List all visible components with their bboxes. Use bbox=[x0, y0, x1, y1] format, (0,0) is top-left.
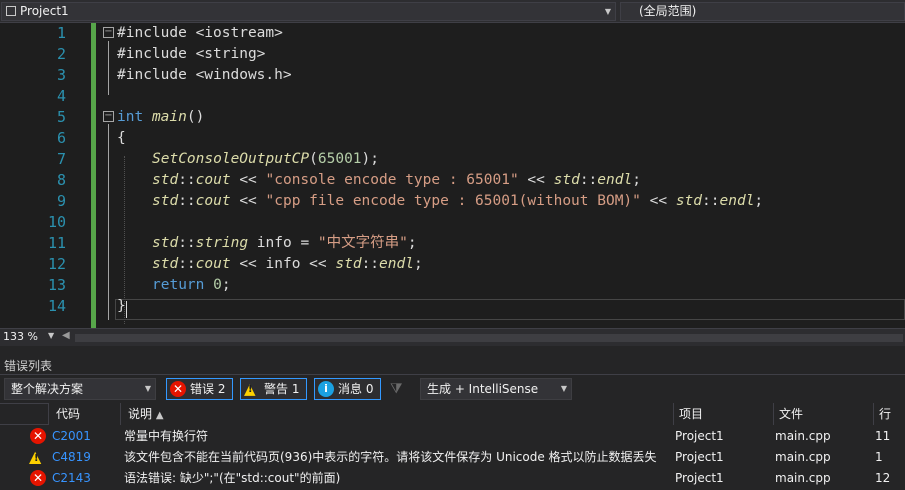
error-icon: ✕ bbox=[30, 470, 46, 486]
code-line-5: int main() bbox=[117, 109, 205, 125]
line-number: 3 bbox=[56, 66, 66, 84]
line-number: 2 bbox=[56, 45, 66, 63]
line-number: 5 bbox=[56, 108, 66, 126]
error-description: 该文件包含不能在当前代码页(936)中表示的字符。请将该文件保存为 Unicod… bbox=[124, 450, 657, 464]
chevron-down-icon: ▼ bbox=[144, 384, 151, 393]
scope-dropdown[interactable]: (全局范围) bbox=[620, 2, 905, 21]
error-project: Project1 bbox=[675, 429, 724, 443]
line-number: 1 bbox=[56, 24, 66, 42]
error-project: Project1 bbox=[675, 450, 724, 464]
project-dropdown[interactable]: Project1 ▼ bbox=[1, 2, 616, 21]
error-file: main.cpp bbox=[775, 429, 831, 443]
column-header-file[interactable]: 文件 bbox=[773, 403, 873, 425]
error-icon: ✕ bbox=[170, 381, 186, 397]
line-number: 11 bbox=[47, 234, 66, 252]
error-line: 11 bbox=[875, 429, 891, 443]
code-line-1: #include <iostream> bbox=[117, 25, 283, 41]
error-code-link[interactable]: C2001 bbox=[52, 426, 91, 447]
column-header-description[interactable]: 说明 ▲ bbox=[120, 403, 673, 425]
column-header-line[interactable]: 行 bbox=[873, 403, 905, 425]
navigation-bar: Project1 ▼ (全局范围) bbox=[0, 0, 905, 23]
error-line: 1 bbox=[875, 450, 883, 464]
collapse-icon[interactable]: − bbox=[103, 111, 114, 122]
line-number: 14 bbox=[47, 297, 66, 315]
scroll-left-icon[interactable]: ◀ bbox=[62, 330, 70, 341]
horizontal-scrollbar[interactable] bbox=[75, 334, 903, 342]
text-caret bbox=[126, 301, 127, 318]
errors-filter-button[interactable]: ✕ 错误 2 bbox=[166, 378, 233, 400]
messages-filter-button[interactable]: i 消息 0 bbox=[314, 378, 381, 400]
code-editor[interactable]: − − 1 2 3 4 5 6 7 8 9 10 11 12 13 14 #in… bbox=[0, 23, 905, 328]
chevron-down-icon: ▼ bbox=[560, 384, 567, 393]
error-line: 12 bbox=[875, 471, 891, 485]
line-number: 6 bbox=[56, 129, 66, 147]
scope-filter-select[interactable]: 整个解决方案 ▼ bbox=[4, 378, 156, 400]
error-project: Project1 bbox=[675, 471, 724, 485]
warnings-filter-button[interactable]: ▲ ! 警告 1 bbox=[240, 378, 307, 400]
build-filter-select[interactable]: 生成 + IntelliSense ▼ bbox=[420, 378, 572, 400]
collapse-icon[interactable]: − bbox=[103, 27, 114, 38]
panel-title: 错误列表 bbox=[4, 359, 53, 373]
scope-name: (全局范围) bbox=[639, 4, 697, 18]
line-number: 7 bbox=[56, 150, 66, 168]
error-description: 常量中有换行符 bbox=[124, 429, 209, 443]
code-line-3: #include <windows.h> bbox=[117, 67, 292, 83]
change-indicator-bar bbox=[91, 23, 96, 328]
line-number: 12 bbox=[47, 255, 66, 273]
error-code-link[interactable]: C4819 bbox=[52, 447, 91, 468]
code-line-14: } bbox=[117, 298, 126, 314]
code-line-7: SetConsoleOutputCP(65001); bbox=[152, 151, 379, 167]
line-number: 10 bbox=[47, 213, 66, 231]
filter-icon[interactable]: ⧩ bbox=[390, 381, 403, 397]
line-number: 8 bbox=[56, 171, 66, 189]
chevron-down-icon: ▼ bbox=[604, 7, 611, 16]
code-line-12: std::cout << info << std::endl; bbox=[152, 256, 423, 272]
table-row[interactable]: ▲ ! C4819 该文件包含不能在当前代码页(936)中表示的字符。请将该文件… bbox=[0, 447, 905, 468]
zoom-level[interactable]: 133 % bbox=[3, 330, 38, 343]
chevron-down-icon[interactable]: ▼ bbox=[48, 331, 54, 340]
divider bbox=[0, 374, 905, 375]
table-row[interactable]: ✕ C2001 常量中有换行符 Project1 main.cpp 11 bbox=[0, 426, 905, 447]
line-number: 9 bbox=[56, 192, 66, 210]
code-line-2: #include <string> bbox=[117, 46, 266, 62]
current-line-highlight bbox=[115, 299, 905, 320]
code-line-8: std::cout << "console encode type : 6500… bbox=[152, 172, 641, 188]
editor-status-bar: 133 % ▼ ◀ bbox=[0, 328, 905, 346]
code-line-9: std::cout << "cpp file encode type : 650… bbox=[152, 193, 764, 209]
code-line-11: std::string info = "中文字符串"; bbox=[152, 235, 417, 251]
outline-line bbox=[108, 41, 109, 95]
outline-line bbox=[108, 124, 109, 320]
line-number: 4 bbox=[56, 87, 66, 105]
project-icon bbox=[6, 6, 16, 16]
code-line-6: { bbox=[117, 130, 126, 146]
column-header-project[interactable]: 项目 bbox=[673, 403, 773, 425]
project-name: Project1 bbox=[20, 4, 69, 18]
error-code-link[interactable]: C2143 bbox=[52, 468, 91, 489]
table-row[interactable]: ✕ C2143 语法错误: 缺少";"(在"std::cout"的前面) Pro… bbox=[0, 468, 905, 489]
error-description: 语法错误: 缺少";"(在"std::cout"的前面) bbox=[124, 471, 341, 485]
column-header-code[interactable]: 代码 bbox=[48, 403, 120, 425]
error-file: main.cpp bbox=[775, 450, 831, 464]
line-number: 13 bbox=[47, 276, 66, 294]
sort-ascending-icon: ▲ bbox=[155, 410, 164, 421]
code-line-13: return 0; bbox=[152, 277, 231, 293]
error-file: main.cpp bbox=[775, 471, 831, 485]
error-icon: ✕ bbox=[30, 428, 46, 444]
info-icon: i bbox=[318, 381, 334, 397]
